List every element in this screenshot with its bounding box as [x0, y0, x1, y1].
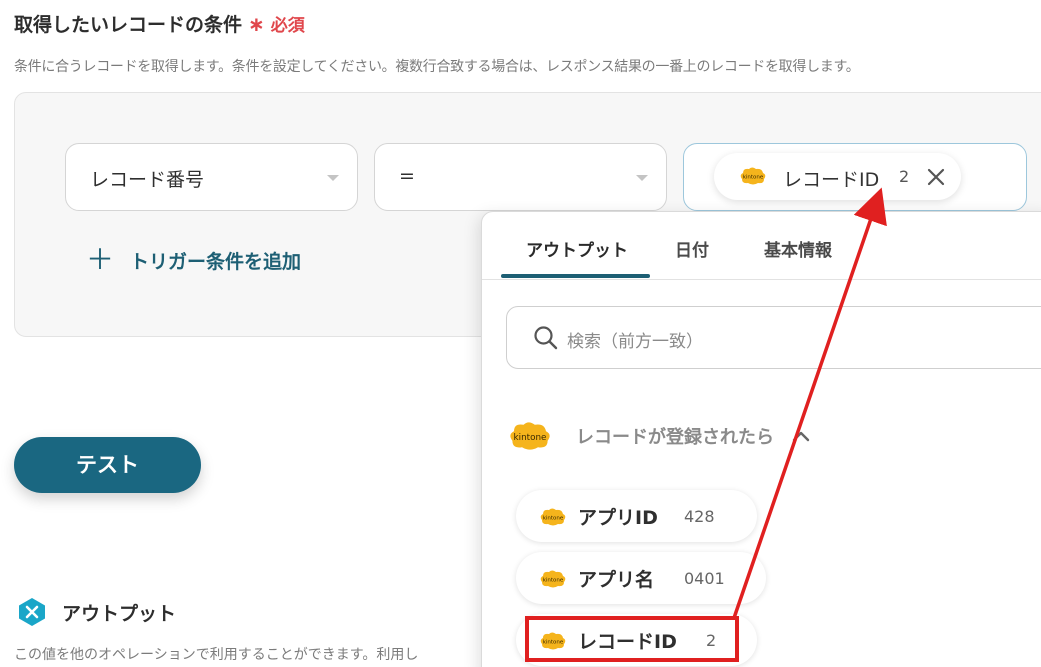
output-item-app-id[interactable]: kintone アプリID 428 — [516, 490, 757, 542]
section-description: 条件に合うレコードを取得します。条件を設定してください。複数行合致する場合は、レ… — [14, 59, 860, 75]
section-title: 取得したいレコードの条件 ∗ 必須 — [14, 10, 305, 37]
operator-select-value: = — [399, 165, 415, 187]
section-title-text: 取得したいレコードの条件 — [14, 14, 243, 36]
output-heading: アウトプット — [16, 596, 176, 628]
required-badge: ∗ 必須 — [248, 12, 305, 36]
output-icon — [19, 598, 45, 626]
tab-date[interactable]: 日付 — [675, 236, 709, 261]
kintone-logo-icon: kintone — [510, 422, 550, 450]
chevron-up-icon — [792, 431, 810, 442]
test-button[interactable]: テスト — [14, 437, 201, 493]
search-input[interactable]: 検索（前方一致） — [506, 306, 1041, 369]
tab-divider — [482, 279, 1041, 280]
close-icon[interactable] — [925, 166, 947, 188]
active-tab-indicator — [501, 274, 650, 278]
required-star: ∗ — [248, 12, 265, 36]
tab-basic-info[interactable]: 基本情報 — [764, 236, 832, 261]
output-item-name: アプリ名 — [578, 569, 655, 591]
variable-picker-dropdown: アウトプット 日付 基本情報 検索（前方一致） kintone レコードが登録さ… — [481, 211, 1041, 667]
kintone-logo-icon: kintone — [540, 508, 566, 526]
search-icon — [534, 326, 558, 350]
kintone-logo-icon: kintone — [540, 632, 566, 650]
group-label: レコードが登録されたら — [576, 427, 774, 448]
plus-icon: ＋ — [86, 243, 115, 276]
chevron-down-icon — [327, 175, 339, 181]
value-chip-label: レコードID — [783, 169, 880, 191]
kintone-logo-text: kintone — [543, 640, 564, 646]
operator-select[interactable]: = — [374, 143, 667, 211]
chevron-down-icon — [636, 175, 648, 181]
add-condition-label: トリガー条件を追加 — [130, 250, 302, 273]
kintone-logo-text: kintone — [514, 433, 547, 443]
search-placeholder: 検索（前方一致） — [567, 332, 703, 352]
required-label: 必須 — [270, 16, 305, 36]
add-condition-button[interactable]: ＋ トリガー条件を追加 — [86, 246, 301, 274]
kintone-logo-icon: kintone — [540, 570, 566, 588]
output-item-app-name[interactable]: kintone アプリ名 0401 — [516, 552, 766, 604]
kintone-logo-text: kintone — [543, 578, 564, 584]
group-header[interactable]: kintone レコードが登録されたら — [506, 419, 810, 453]
value-chip-number: 2 — [899, 167, 910, 186]
value-chip[interactable]: kintone レコードID 2 — [714, 153, 961, 200]
output-item-record-id[interactable]: kintone レコードID 2 — [516, 614, 757, 666]
output-item-value: 2 — [706, 631, 717, 650]
field-select[interactable]: レコード番号 — [65, 143, 358, 211]
field-select-value: レコード番号 — [90, 169, 205, 191]
output-item-value: 0401 — [684, 569, 725, 588]
kintone-logo-icon: kintone — [740, 167, 766, 185]
kintone-logo-text: kintone — [743, 175, 764, 181]
tab-output[interactable]: アウトプット — [526, 236, 628, 261]
output-title: アウトプット — [62, 602, 177, 625]
output-item-value: 428 — [684, 507, 715, 526]
output-item-name: アプリID — [578, 507, 658, 529]
output-item-name: レコードID — [578, 631, 677, 653]
output-description: この値を他のオペレーションで利用することができます。利用し — [14, 647, 419, 663]
kintone-logo-text: kintone — [543, 516, 564, 522]
